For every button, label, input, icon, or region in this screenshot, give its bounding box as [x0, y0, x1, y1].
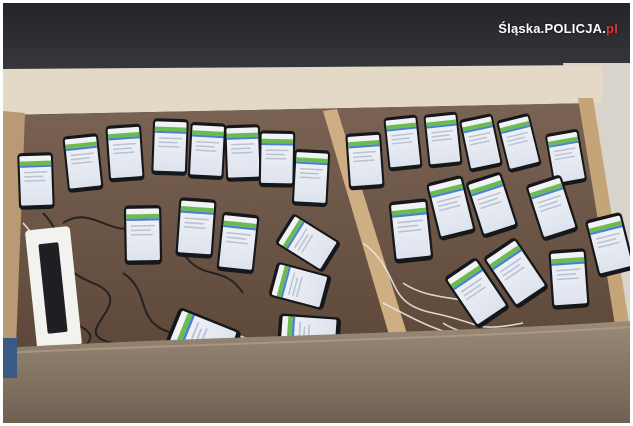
watermark-text: Śląska.POLICJA.pl	[498, 21, 618, 36]
blue-object	[3, 338, 17, 378]
watermark-logo: Śląska.POLICJA.pl	[498, 21, 618, 36]
photo-frame: Śląska.POLICJA.pl	[3, 3, 630, 423]
photo-scene	[3, 3, 630, 423]
watermark-accent: pl	[606, 21, 618, 36]
